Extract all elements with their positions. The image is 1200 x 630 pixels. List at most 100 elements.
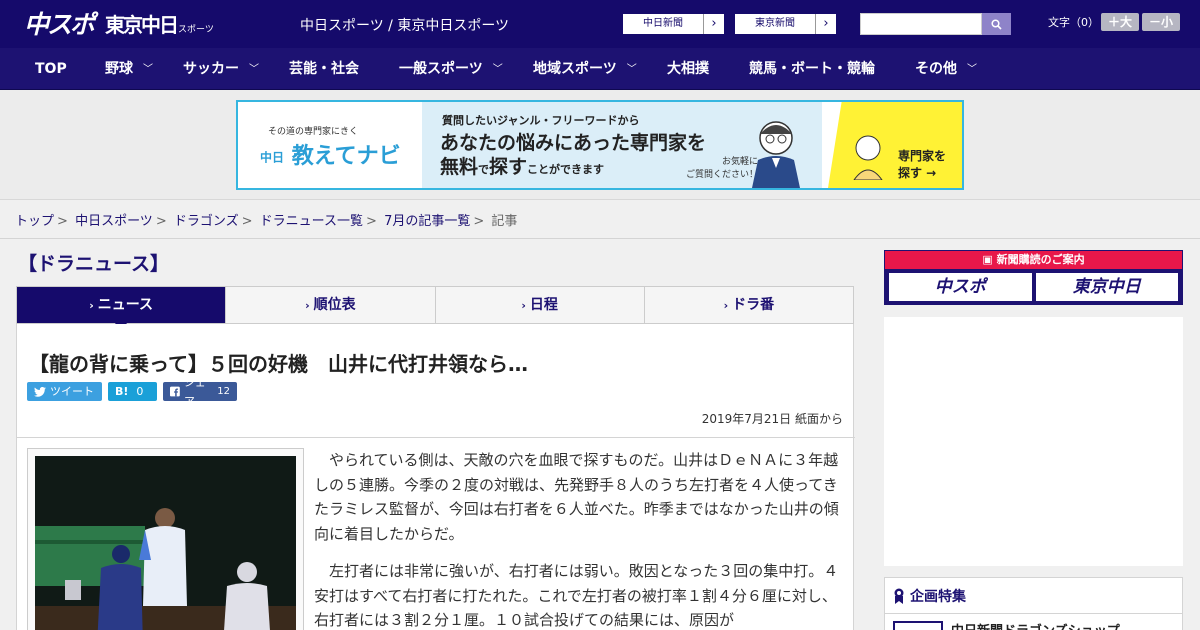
font-smaller-button[interactable]: －小 (1142, 13, 1180, 31)
ad-line-3d: ことができます (527, 163, 605, 176)
nav-item-local-sports[interactable]: 地域スポーツ ﹀ (533, 48, 637, 90)
search-button[interactable] (982, 13, 1011, 35)
section-tabs: › ニュース › 順位表 › 日程 › ドラ番 (16, 286, 854, 331)
chevron-down-icon: ﹀ (249, 64, 259, 75)
ad-line-3: 無料で探すことができます (440, 152, 604, 179)
chevron-right-icon: › (521, 299, 526, 312)
ad-brand-panel: その道の専門家にきく 中日 教えてナビ (238, 102, 422, 188)
share-label: シェア (183, 375, 206, 408)
article-headline: 【龍の背に乗って】５回の好機 山井に代打井領なら… (29, 352, 528, 376)
ad-cta: 専門家を 探す → (898, 149, 947, 180)
site-logo[interactable]: 中スポ 東京中日 スポーツ (24, 8, 214, 39)
breadcrumb-separator: > (366, 214, 377, 229)
tab-standings[interactable]: › 順位表 (226, 287, 436, 323)
share-count: 12 (217, 386, 230, 397)
nav-label: 一般スポーツ (399, 61, 483, 77)
person-illustration-icon (853, 135, 883, 180)
chevron-down-icon: ﹀ (626, 64, 637, 75)
hatena-count: 0 (136, 385, 144, 398)
ad-line-2: あなたの悩みにあった専門家を (440, 132, 707, 154)
photo-scene-icon (35, 456, 296, 630)
breadcrumb-top[interactable]: トップ (15, 214, 54, 229)
tab-label: 日程 (529, 297, 558, 313)
ad-line-3b: で (478, 163, 490, 176)
subscription-heading-label: 新聞購読のご案内 (996, 253, 1085, 266)
nav-item-entertainment[interactable]: 芸能・社会 (289, 48, 359, 90)
ad-brand: 中日 教えてナビ (260, 138, 401, 170)
twitter-bird-icon (34, 386, 46, 397)
nav-item-soccer[interactable]: サッカー ﹀ (183, 48, 259, 90)
facebook-icon (170, 386, 180, 397)
sidebar-ad-slot (884, 317, 1183, 566)
chevron-right-icon: › (815, 14, 836, 34)
article-paragraph: やられている側は、天敵の穴を血眼で探すものだ。山井はＤｅＮＡに３年越しの５連勝。… (314, 451, 839, 543)
breadcrumb-separator: > (155, 214, 167, 229)
dragons-shop-link[interactable]: 中日新聞ドラゴンズショップ (951, 620, 1120, 630)
font-larger-button[interactable]: ＋大 (1101, 13, 1139, 31)
breadcrumb-dora-news-list[interactable]: ドラニュース一覧 (260, 214, 363, 229)
nav-item-sumo[interactable]: 大相撲 (667, 48, 709, 90)
divider (17, 437, 855, 438)
chunichi-shimbun-link[interactable]: 中日新聞 › (622, 13, 725, 35)
nav-item-other[interactable]: その他 ﹀ (915, 48, 977, 90)
search-icon (991, 18, 1002, 30)
breadcrumb-dragons[interactable]: ドラゴンズ (174, 214, 239, 229)
chevron-down-icon: ﹀ (492, 64, 503, 75)
nav-label: その他 (915, 61, 957, 77)
subscription-banner[interactable]: ▣ 新聞購読のご案内 中スポ 東京中日 (884, 250, 1183, 305)
chevron-right-icon: › (703, 14, 724, 34)
facebook-share-button[interactable]: シェア 12 (163, 376, 237, 408)
article-paragraph: 左打者には非常に強いが、右打者には弱い。敗因となった３回の集中打。４安打はすべて… (314, 562, 839, 629)
subscription-logos: 中スポ 東京中日 (885, 269, 1182, 301)
breadcrumb-chunichi-sports[interactable]: 中日スポーツ (75, 214, 153, 229)
section-title: 【ドラニュース】 (18, 253, 170, 275)
nav-label: 野球 (105, 61, 133, 77)
baseball-photo (35, 456, 296, 630)
chevron-down-icon: ﹀ (143, 64, 153, 75)
ad-banner-oshiete-navi[interactable]: その道の専門家にきく 中日 教えてナビ 質問したいジャンル・フリーワードから あ… (236, 100, 964, 190)
nav-label: サッカー (183, 61, 239, 77)
subscribe-chuspo-logo[interactable]: 中スポ (889, 273, 1032, 301)
dragons-shop-thumbnail[interactable] (893, 621, 943, 630)
font-size-label: 文字（0） (1048, 16, 1099, 29)
nav-label: TOP (35, 61, 67, 77)
tab-dora-ban[interactable]: › ドラ番 (645, 287, 853, 323)
tab-label: ドラ番 (732, 297, 775, 313)
tab-schedule[interactable]: › 日程 (436, 287, 645, 323)
chunichi-shimbun-label: 中日新聞 (643, 18, 683, 29)
nav-item-general-sports[interactable]: 一般スポーツ ﹀ (399, 48, 503, 90)
breadcrumb-july-articles[interactable]: 7月の記事一覧 (384, 214, 470, 229)
tab-news[interactable]: › ニュース (17, 287, 227, 331)
subscription-heading: ▣ 新聞購読のご案内 (885, 251, 1182, 269)
nav-item-racing[interactable]: 競馬・ボート・競輪 (749, 48, 875, 90)
nav-label: 芸能・社会 (289, 61, 359, 77)
chevron-right-icon: › (89, 299, 94, 312)
article-photo[interactable] (27, 448, 304, 630)
hatena-icon: B! (115, 385, 129, 398)
breadcrumb-separator: > (57, 214, 68, 229)
divider (885, 613, 1182, 614)
search-input[interactable] (860, 13, 982, 35)
nav-item-baseball[interactable]: 野球 ﹀ (105, 48, 153, 90)
ad-line-3c: 探す (489, 156, 528, 178)
special-features-label: 企画特集 (910, 589, 966, 605)
tokyo-shimbun-label: 東京新聞 (755, 18, 795, 29)
breadcrumb: トップ > 中日スポーツ > ドラゴンズ > ドラニュース一覧 > 7月の記事一覧 > 記… (15, 210, 517, 229)
newspaper-icon: ▣ (982, 253, 993, 266)
article: 【龍の背に乗って】５回の好機 山井に代打井領なら… ツイート B! 0 シェア … (16, 324, 855, 630)
tokyo-shimbun-link[interactable]: 東京新聞 › (734, 13, 837, 35)
ad-area: その道の専門家にきく 中日 教えてナビ 質問したいジャンル・フリーワードから あ… (0, 90, 1200, 200)
main-nav: TOP 野球 ﹀ サッカー ﹀ 芸能・社会 一般スポーツ ﹀ 地域スポーツ ﹀ 大相撲 … (0, 48, 1200, 90)
tweet-button[interactable]: ツイート (27, 382, 102, 401)
ad-small-text: その道の専門家にきく (268, 127, 359, 137)
subscribe-tokyo-chunichi-logo[interactable]: 東京中日 (1035, 273, 1178, 301)
nav-item-top[interactable]: TOP (35, 48, 67, 90)
special-features-title: 企画特集 (893, 586, 966, 606)
site-header: 中スポ 東京中日 スポーツ 中日スポーツ / 東京中日スポーツ 中日新聞 › 東… (0, 0, 1200, 48)
nav-label: 地域スポーツ (533, 61, 617, 77)
logo-tokyo-sub: スポーツ (178, 25, 214, 35)
chevron-right-icon: › (723, 299, 729, 312)
hatena-bookmark-button[interactable]: B! 0 (108, 382, 157, 401)
logo-tokyo-chunichi: 東京中日 (105, 12, 179, 37)
special-features-box: 企画特集 中日新聞ドラゴンズショップ (884, 577, 1183, 630)
